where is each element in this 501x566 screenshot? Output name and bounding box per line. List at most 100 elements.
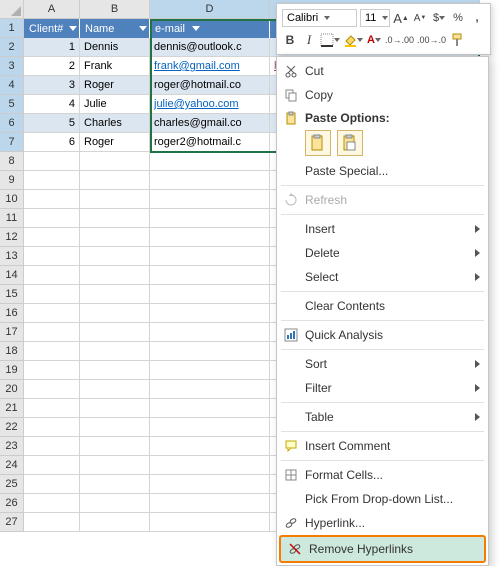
accounting-format-button[interactable]: $ — [431, 9, 447, 27]
cell[interactable] — [80, 342, 150, 361]
cell[interactable] — [80, 304, 150, 323]
row-head[interactable]: 26 — [0, 494, 24, 513]
cell[interactable] — [150, 342, 270, 361]
increase-decimal-button[interactable]: .0→.00 — [385, 31, 414, 49]
cell-name[interactable]: Roger — [80, 76, 150, 95]
cell-email[interactable]: dennis@outlook.c — [150, 38, 270, 57]
row-head[interactable]: 17 — [0, 323, 24, 342]
row-head[interactable]: 9 — [0, 171, 24, 190]
cell[interactable] — [24, 513, 80, 532]
col-head-D[interactable]: D — [150, 0, 270, 19]
ctx-pick-from-list[interactable]: Pick From Drop-down List... — [277, 487, 488, 511]
cell[interactable] — [150, 304, 270, 323]
fill-color-button[interactable] — [343, 31, 363, 49]
row-head[interactable]: 2 — [0, 38, 24, 57]
ctx-delete[interactable]: Delete — [277, 241, 488, 265]
cell[interactable] — [24, 437, 80, 456]
cell[interactable] — [80, 418, 150, 437]
cell[interactable] — [150, 190, 270, 209]
cell[interactable] — [24, 494, 80, 513]
cell-id[interactable]: 4 — [24, 95, 80, 114]
cell[interactable] — [24, 152, 80, 171]
font-size-combo[interactable]: 11 — [360, 9, 390, 27]
decrease-decimal-button[interactable]: .00→.0 — [417, 31, 446, 49]
cell[interactable] — [80, 494, 150, 513]
cell[interactable] — [80, 152, 150, 171]
cell[interactable] — [150, 437, 270, 456]
cell-email[interactable]: roger@hotmail.co — [150, 76, 270, 95]
percent-format-button[interactable]: % — [450, 9, 466, 27]
row-head[interactable]: 5 — [0, 95, 24, 114]
table-header-client[interactable]: Client# — [24, 19, 80, 38]
cell[interactable] — [80, 399, 150, 418]
cell[interactable] — [150, 323, 270, 342]
ctx-insert-comment[interactable]: Insert Comment — [277, 434, 488, 458]
row-head[interactable]: 14 — [0, 266, 24, 285]
cell[interactable] — [150, 475, 270, 494]
cell[interactable] — [80, 475, 150, 494]
font-color-button[interactable]: A — [366, 31, 382, 49]
row-head[interactable]: 22 — [0, 418, 24, 437]
cell-name[interactable]: Dennis — [80, 38, 150, 57]
cell[interactable] — [24, 323, 80, 342]
cell[interactable] — [24, 285, 80, 304]
select-all-corner[interactable] — [0, 0, 24, 19]
paste-default-button[interactable] — [305, 130, 331, 156]
cell[interactable] — [150, 494, 270, 513]
row-head[interactable]: 4 — [0, 76, 24, 95]
cell[interactable] — [24, 304, 80, 323]
cell-email[interactable]: julie@yahoo.com — [150, 95, 270, 114]
cell[interactable] — [150, 418, 270, 437]
decrease-font-button[interactable]: A▼ — [412, 9, 428, 27]
cell[interactable] — [150, 209, 270, 228]
col-head-A[interactable]: A — [24, 0, 80, 19]
table-header-email[interactable]: e-mail — [150, 19, 270, 38]
ctx-cut[interactable]: Cut — [277, 59, 488, 83]
cell-email[interactable]: charles@gmail.co — [150, 114, 270, 133]
border-button[interactable] — [320, 31, 340, 49]
cell[interactable] — [80, 456, 150, 475]
cell[interactable] — [150, 456, 270, 475]
cell[interactable] — [80, 361, 150, 380]
row-head[interactable]: 27 — [0, 513, 24, 532]
cell[interactable] — [80, 228, 150, 247]
bold-button[interactable]: B — [282, 31, 298, 49]
cell[interactable] — [24, 190, 80, 209]
cell-id[interactable]: 5 — [24, 114, 80, 133]
cell[interactable] — [150, 285, 270, 304]
cell[interactable] — [24, 475, 80, 494]
col-head-B[interactable]: B — [80, 0, 150, 19]
cell-id[interactable]: 3 — [24, 76, 80, 95]
font-name-combo[interactable]: Calibri — [282, 9, 357, 27]
cell[interactable] — [24, 171, 80, 190]
filter-dropdown-icon[interactable] — [139, 26, 147, 31]
cell[interactable] — [150, 152, 270, 171]
cell[interactable] — [80, 247, 150, 266]
cell[interactable] — [24, 380, 80, 399]
row-head[interactable]: 15 — [0, 285, 24, 304]
row-head[interactable]: 13 — [0, 247, 24, 266]
cell[interactable] — [150, 228, 270, 247]
cell[interactable] — [150, 380, 270, 399]
ctx-filter[interactable]: Filter — [277, 376, 488, 400]
cell-id[interactable]: 6 — [24, 133, 80, 152]
cell[interactable] — [24, 456, 80, 475]
cell[interactable] — [150, 361, 270, 380]
ctx-table[interactable]: Table — [277, 405, 488, 429]
cell-id[interactable]: 2 — [24, 57, 80, 76]
cell-email[interactable]: roger2@hotmail.c — [150, 133, 270, 152]
row-head[interactable]: 12 — [0, 228, 24, 247]
hyperlink-text[interactable]: frank@gmail.com — [154, 60, 240, 72]
row-head[interactable]: 25 — [0, 475, 24, 494]
cell[interactable] — [80, 171, 150, 190]
cell-name[interactable]: Roger — [80, 133, 150, 152]
cell[interactable] — [150, 513, 270, 532]
italic-button[interactable]: I — [301, 31, 317, 49]
ctx-quick-analysis[interactable]: Quick Analysis — [277, 323, 488, 347]
cell[interactable] — [80, 266, 150, 285]
cell[interactable] — [24, 247, 80, 266]
row-head[interactable]: 19 — [0, 361, 24, 380]
cell[interactable] — [24, 228, 80, 247]
row-head[interactable]: 23 — [0, 437, 24, 456]
hyperlink-text[interactable]: julie@yahoo.com — [154, 98, 239, 110]
